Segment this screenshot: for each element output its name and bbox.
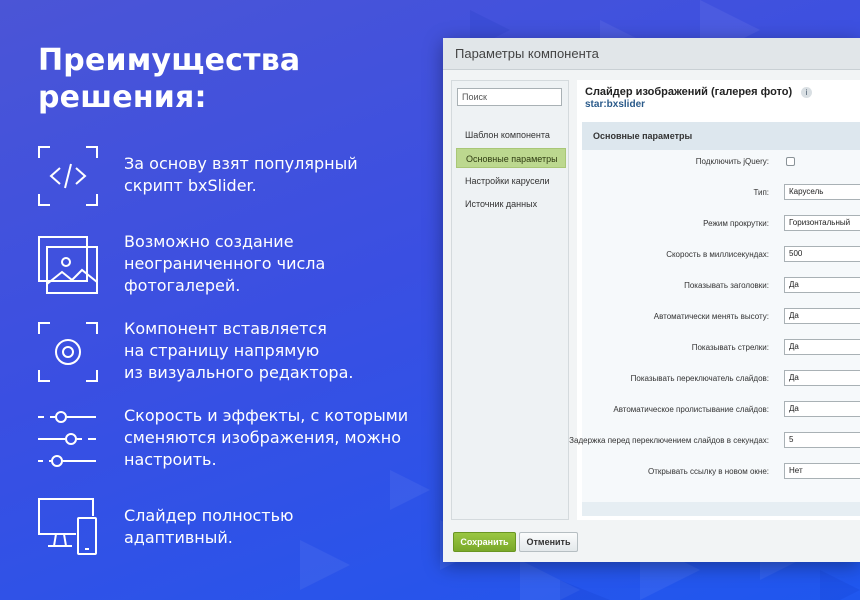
feature-line: сменяются изображения, можно [124,428,402,447]
jquery-checkbox[interactable] [786,157,795,166]
feature-text: Возможно создание неограниченного числа … [124,231,424,297]
feature-line: настроить. [124,450,217,469]
title-line: решения: [38,80,207,115]
feature-text: Скорость и эффекты, с которыми сменяются… [124,405,424,471]
field-label: Режим прокрутки: [703,219,769,228]
info-icon[interactable]: i [801,87,812,98]
sidebar-item-template[interactable]: Шаблон компонента [456,125,566,145]
page-title: Преимущества решения: [38,42,300,116]
show-titles-select[interactable]: Да [784,277,860,293]
component-parameters-dialog: Параметры компонента Поиск Шаблон компон… [443,38,860,562]
show-pager-select[interactable]: Да [784,370,860,386]
feature-line: Слайдер полностью [124,506,294,525]
feature-line: Скорость и эффекты, с которыми [124,406,409,425]
field-label: Показывать переключатель слайдов: [630,374,769,383]
feature-line: адаптивный. [124,528,233,547]
cancel-button[interactable]: Отменить [519,532,578,552]
dialog-content: Слайдер изображений (галерея фото) i sta… [569,80,860,520]
feature-line: Компонент вставляется [124,319,327,338]
type-select[interactable]: Карусель [784,184,860,200]
feature-text: За основу взят популярный скрипт bxSlide… [124,153,424,197]
params-panel: Основные параметры Подключить jQuery: Ти… [569,122,860,516]
section-title: Основные параметры [582,122,860,150]
speed-input[interactable]: 500 [784,246,860,262]
scroll-mode-select[interactable]: Горизонтальный [784,215,860,231]
feature-text: Слайдер полностью адаптивный. [124,505,424,549]
params-form: Подключить jQuery: Тип: Карусель Режим п… [569,150,860,502]
search-input[interactable]: Поиск [457,88,562,106]
feature-line: на страницу напрямую [124,341,320,360]
devices-icon [38,498,97,555]
gallery-icon [38,236,98,294]
field-label: Показывать заголовки: [684,281,769,290]
field-label: Автоматическое пролистывание слайдов: [613,405,769,414]
title-line: Преимущества [38,43,301,78]
field-label: Тип: [753,188,769,197]
field-label: Задержка перед переключением слайдов в с… [569,436,769,445]
show-arrows-select[interactable]: Да [784,339,860,355]
delay-input[interactable]: 5 [784,432,860,448]
component-title: Слайдер изображений (галерея фото) [585,86,793,98]
component-id: star:bxslider [585,99,646,110]
feature-text: Компонент вставляется на страницу напрям… [124,318,424,384]
dialog-sidebar: Поиск Шаблон компонента Основные парамет… [451,80,569,520]
save-button[interactable]: Сохранить [453,532,516,552]
field-label: Подключить jQuery: [695,157,769,166]
dialog-title[interactable]: Параметры компонента [443,38,860,70]
field-label: Открывать ссылку в новом окне: [647,467,769,476]
code-icon [38,146,98,206]
sidebar-item-carousel[interactable]: Настройки карусели [456,171,566,191]
feature-line: Возможно создание [124,232,294,251]
feature-line: неограниченного числа [124,254,326,273]
feature-line: фотогалерей. [124,276,241,295]
target-icon [38,322,98,382]
sliders-icon [38,411,96,467]
sidebar-item-main-params[interactable]: Основные параметры [456,148,566,168]
field-label: Показывать стрелки: [691,343,769,352]
feature-line: За основу взят популярный [124,154,358,173]
sidebar-item-data-source[interactable]: Источник данных [456,194,566,214]
field-label: Скорость в миллисекундах: [666,250,769,259]
feature-line: из визуального редактора. [124,363,354,382]
new-window-select[interactable]: Нет [784,463,860,479]
field-label: Автоматически менять высоту: [653,312,769,321]
auto-height-select[interactable]: Да [784,308,860,324]
feature-line: скрипт bxSlider. [124,176,257,195]
autoplay-select[interactable]: Да [784,401,860,417]
